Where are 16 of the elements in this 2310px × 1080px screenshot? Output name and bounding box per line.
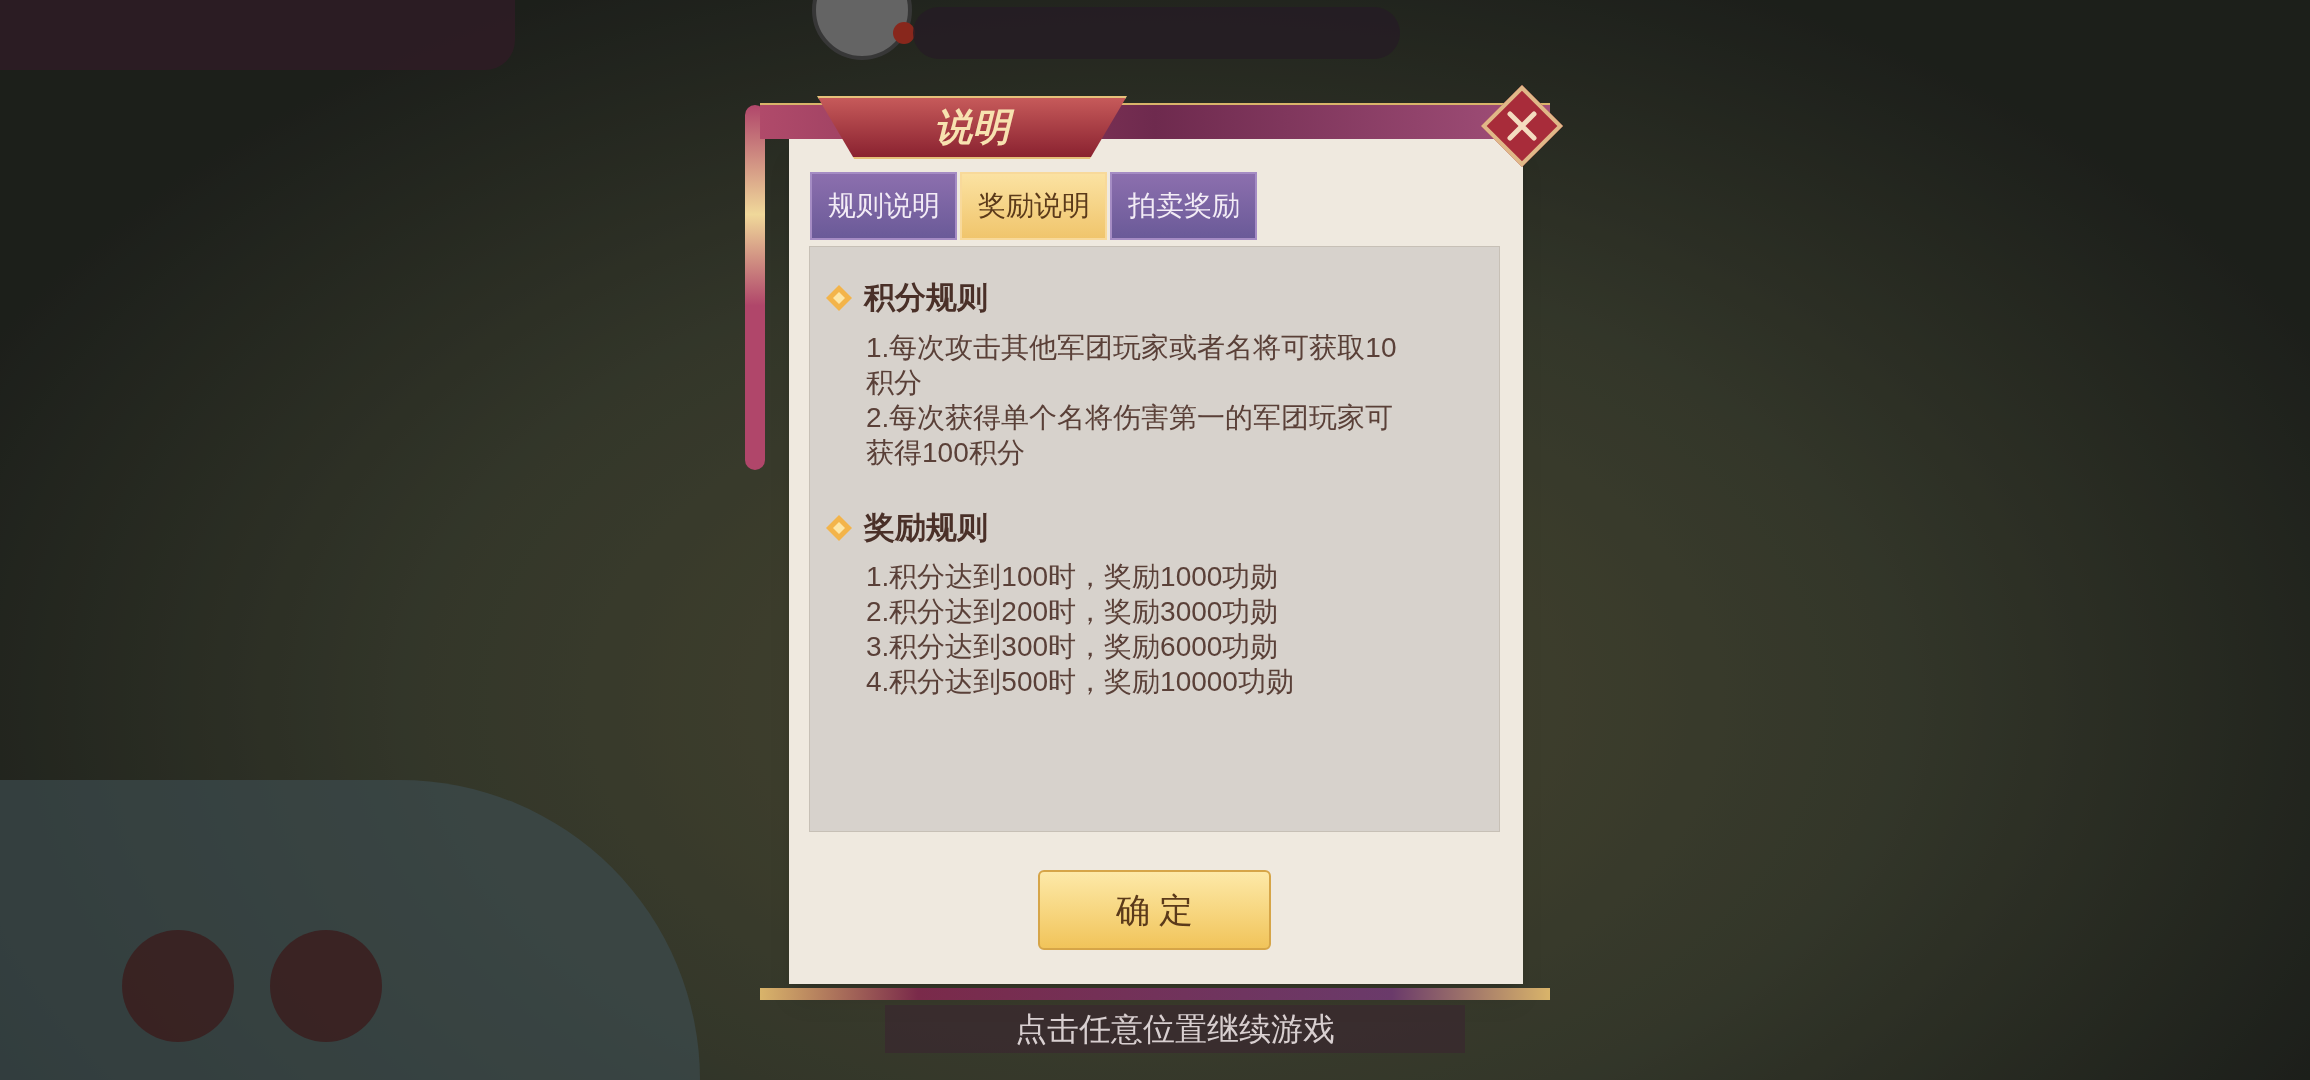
section-heading: 积分规则 <box>864 279 988 317</box>
rule-text: 3.积分达到300时，奖励6000功勋 <box>866 630 1280 664</box>
rule-text: 2.每次获得单个名将伤害第一的军团玩家可获得100积分 <box>866 400 1395 470</box>
continue-hint: 点击任意位置继续游戏 <box>1015 1010 1335 1049</box>
tab[interactable]: 拍卖奖励 <box>1110 172 1257 240</box>
rule-text: 4.积分达到500时，奖励10000功勋 <box>866 665 1295 699</box>
rule-text: 2.积分达到200时，奖励3000功勋 <box>866 595 1280 629</box>
rule-text: 1.每次攻击其他军团玩家或者名将可获取10积分 <box>866 330 1398 400</box>
diamond-icon <box>824 512 854 543</box>
confirm-button[interactable]: 确 定 <box>1038 870 1271 950</box>
diamond-icon <box>824 283 854 314</box>
section-heading: 奖励规则 <box>864 508 988 547</box>
tab[interactable]: 奖励说明 <box>960 172 1107 240</box>
rule-text: 1.积分达到100时，奖励1000功勋 <box>866 560 1280 594</box>
tab[interactable]: 规则说明 <box>810 172 957 240</box>
close-icon <box>1505 109 1539 143</box>
